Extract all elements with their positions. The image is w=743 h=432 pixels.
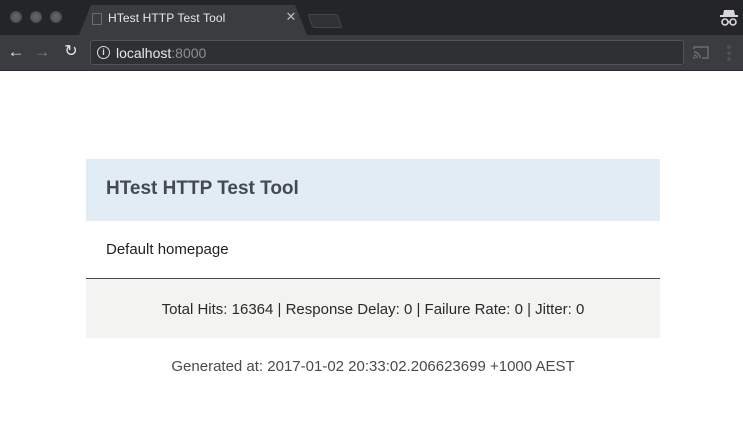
- back-arrow-icon[interactable]: ←: [6, 42, 26, 62]
- card-body: Default homepage: [86, 221, 660, 279]
- page-title: HTest HTTP Test Tool: [106, 178, 299, 199]
- cast-icon[interactable]: [692, 45, 710, 60]
- generated-timestamp: Generated at: 2017-01-02 20:33:02.206623…: [171, 358, 575, 375]
- url-text[interactable]: localhost:8000: [116, 45, 206, 61]
- body-text: Default homepage: [106, 241, 229, 258]
- minimize-window-button[interactable]: [30, 11, 42, 23]
- menu-icon[interactable]: [722, 43, 736, 63]
- url-host: localhost: [116, 45, 172, 61]
- forward-arrow-icon[interactable]: →: [32, 42, 52, 62]
- new-tab-button[interactable]: [307, 14, 343, 28]
- reload-icon[interactable]: ↻: [61, 42, 81, 62]
- incognito-icon: [719, 6, 739, 28]
- info-icon[interactable]: i: [97, 46, 110, 59]
- content-card: HTest HTTP Test Tool Default homepage To…: [86, 159, 660, 338]
- card-footer: Total Hits: 16364 | Response Delay: 0 | …: [86, 279, 660, 338]
- zoom-window-button[interactable]: [50, 11, 62, 23]
- tab-title: HTest HTTP Test Tool: [108, 11, 226, 25]
- page-icon: [92, 13, 102, 25]
- card-header: HTest HTTP Test Tool: [86, 159, 660, 221]
- url-port: :8000: [171, 45, 207, 61]
- close-icon[interactable]: ✕: [284, 9, 298, 25]
- stats-text: Total Hits: 16364 | Response Delay: 0 | …: [161, 301, 585, 318]
- close-window-button[interactable]: [10, 11, 22, 23]
